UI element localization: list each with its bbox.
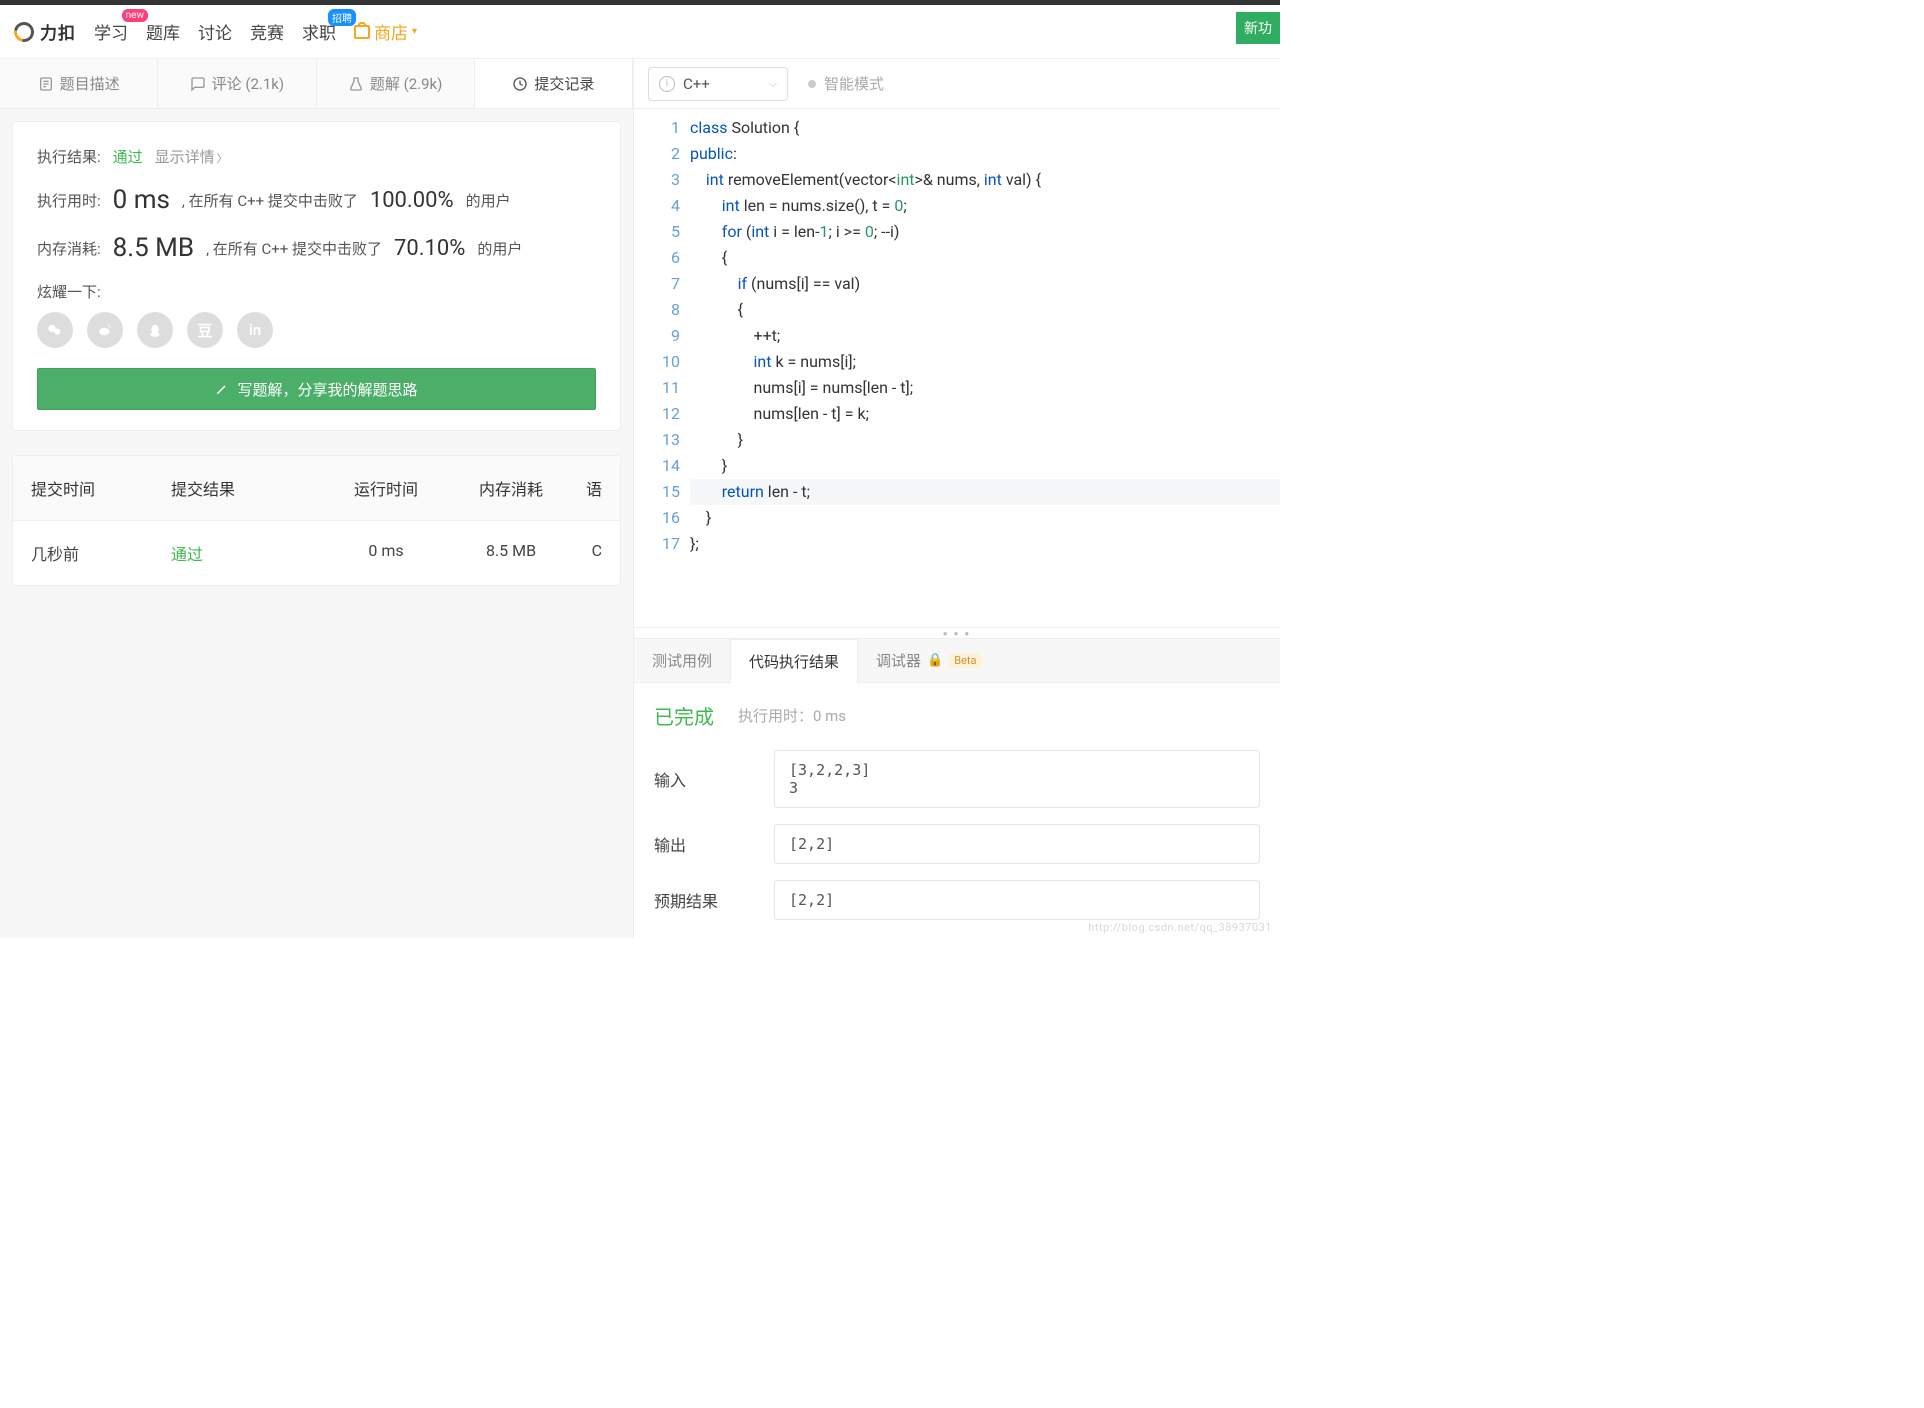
expected-box: [2,2] (774, 880, 1260, 920)
watermark: http://blog.csdn.net/qq_38937031 (1088, 921, 1272, 934)
output-box: [2,2] (774, 824, 1260, 864)
chevron-down-icon: ▾ (412, 26, 417, 37)
chevron-right-icon: 〉 (217, 152, 228, 165)
memory-text: , 在所有 C++ 提交中击败了 (206, 238, 382, 259)
nav-learn[interactable]: 学习 new (94, 19, 128, 44)
nav-store[interactable]: 商店 ▾ (354, 19, 417, 44)
tab-submissions[interactable]: 提交记录 (475, 59, 633, 108)
logo[interactable]: 力扣 (14, 19, 76, 44)
memory-pct: 70.10% (394, 236, 465, 261)
description-icon (38, 76, 54, 92)
console-tabs: 测试用例 代码执行结果 调试器 🔒 Beta (634, 639, 1280, 683)
th-time: 提交时间 (31, 476, 171, 500)
info-icon: i (659, 76, 675, 92)
runtime-label: 执行用时: (37, 190, 101, 211)
dot-icon (808, 80, 816, 88)
store-icon (354, 25, 370, 39)
nav-discuss[interactable]: 讨论 (198, 19, 232, 44)
expected-label: 预期结果 (654, 888, 774, 912)
left-panel: 题目描述 评论 (2.1k) 题解 (2.9k) 提交记录 执行结果: 通过 显… (0, 59, 634, 938)
th-memory: 内存消耗 (451, 476, 571, 500)
runtime-pct: 100.00% (370, 188, 454, 213)
clock-icon (512, 76, 528, 92)
submissions-table: 提交时间 提交结果 运行时间 内存消耗 语 几秒前 通过 0 ms 8.5 MB… (12, 455, 621, 586)
th-lang: 语 (571, 476, 602, 500)
nav-problems[interactable]: 题库 (146, 19, 180, 44)
problem-tabs: 题目描述 评论 (2.1k) 题解 (2.9k) 提交记录 (0, 59, 633, 109)
memory-suffix: 的用户 (477, 238, 522, 259)
output-label: 输出 (654, 832, 774, 856)
linkedin-icon[interactable]: in (237, 312, 273, 348)
share-label: 炫耀一下: (37, 281, 101, 302)
tab-debugger[interactable]: 调试器 🔒 Beta (858, 639, 999, 682)
memory-value: 8.5 MB (113, 233, 194, 263)
code-content[interactable]: class Solution {public: int removeElemen… (690, 109, 1280, 627)
exec-done: 已完成 (654, 701, 714, 730)
td-runtime: 0 ms (321, 541, 451, 565)
tab-comments[interactable]: 评论 (2.1k) (158, 59, 316, 108)
code-header: i C++ ⌵ 智能模式 (634, 59, 1280, 109)
runtime-text: , 在所有 C++ 提交中击败了 (182, 190, 358, 211)
nav-jobs[interactable]: 求职 招聘 (302, 19, 336, 44)
result-status: 通过 (113, 146, 143, 167)
line-gutter: 1234567891011121314151617 (634, 109, 690, 627)
brand-text: 力扣 (40, 19, 76, 44)
memory-label: 内存消耗: (37, 238, 101, 259)
comment-icon (190, 76, 206, 92)
navbar: 力扣 学习 new 题库 讨论 竞赛 求职 招聘 商店 ▾ 新功 (0, 5, 1280, 59)
runtime-suffix: 的用户 (466, 190, 511, 211)
resize-handle[interactable]: ● ● ● (634, 627, 1280, 639)
right-panel: i C++ ⌵ 智能模式 1234567891011121314151617 c… (634, 59, 1280, 938)
td-lang: C (571, 541, 602, 565)
tab-testcase[interactable]: 测试用例 (634, 639, 730, 682)
pencil-icon (215, 382, 229, 396)
new-feature-badge[interactable]: 新功 (1236, 12, 1280, 44)
code-editor[interactable]: 1234567891011121314151617 class Solution… (634, 109, 1280, 627)
wechat-icon[interactable] (37, 312, 73, 348)
badge-hire: 招聘 (328, 9, 356, 26)
lock-icon: 🔒 (927, 653, 943, 668)
table-header: 提交时间 提交结果 运行时间 内存消耗 语 (13, 456, 620, 521)
badge-new: new (122, 9, 148, 22)
td-result: 通过 (171, 541, 321, 565)
chevron-down-icon: ⌵ (769, 77, 777, 91)
write-solution-button[interactable]: 写题解，分享我的解题思路 (37, 368, 596, 410)
exec-result-panel: 已完成 执行用时：0 ms 输入 [3,2,2,3] 3 输出 [2,2] 预期… (634, 683, 1280, 938)
nav-contest[interactable]: 竞赛 (250, 19, 284, 44)
th-runtime: 运行时间 (321, 476, 451, 500)
table-row[interactable]: 几秒前 通过 0 ms 8.5 MB C (13, 521, 620, 585)
tab-solutions[interactable]: 题解 (2.9k) (317, 59, 475, 108)
input-box: [3,2,2,3] 3 (774, 750, 1260, 808)
smart-mode-toggle[interactable]: 智能模式 (808, 73, 884, 94)
input-label: 输入 (654, 767, 774, 791)
flask-icon (348, 76, 364, 92)
exec-time: 执行用时：0 ms (738, 705, 846, 726)
qq-icon[interactable] (137, 312, 173, 348)
tab-exec-result[interactable]: 代码执行结果 (730, 639, 858, 683)
tab-description[interactable]: 题目描述 (0, 59, 158, 108)
share-icons-row: 豆 in (37, 312, 596, 348)
th-result: 提交结果 (171, 476, 321, 500)
td-time: 几秒前 (31, 541, 171, 565)
td-memory: 8.5 MB (451, 541, 571, 565)
weibo-icon[interactable] (87, 312, 123, 348)
runtime-value: 0 ms (113, 185, 170, 215)
show-details-link[interactable]: 显示详情〉 (155, 146, 228, 167)
result-label: 执行结果: (37, 146, 101, 167)
language-selector[interactable]: i C++ ⌵ (648, 67, 788, 101)
logo-icon (10, 18, 38, 46)
beta-badge: Beta (949, 653, 981, 668)
douban-icon[interactable]: 豆 (187, 312, 223, 348)
result-card: 执行结果: 通过 显示详情〉 执行用时: 0 ms , 在所有 C++ 提交中击… (12, 121, 621, 431)
